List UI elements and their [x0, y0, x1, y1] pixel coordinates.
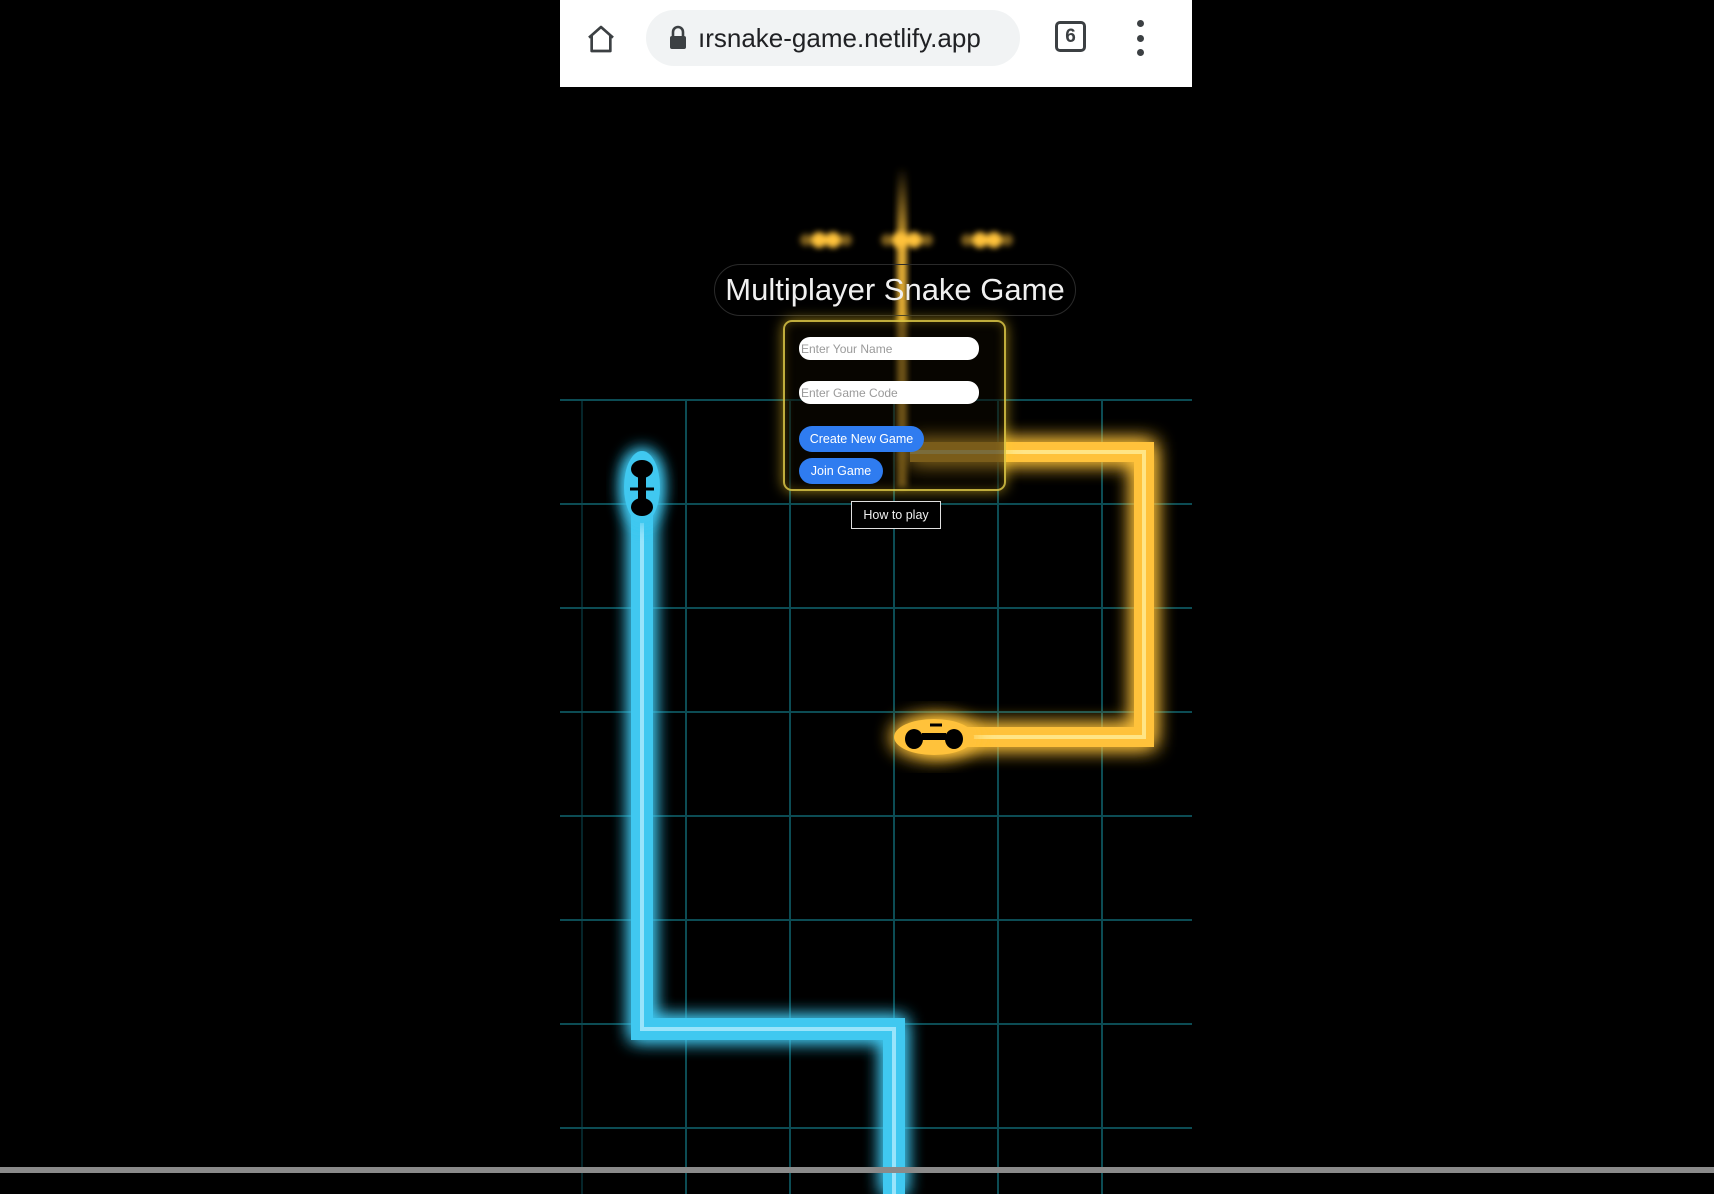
yellow-snake: [910, 442, 1154, 747]
join-game-button[interactable]: Join Game: [799, 458, 883, 484]
video-progress-bar[interactable]: [0, 1167, 1714, 1173]
blue-snake: [631, 462, 905, 1194]
blue-bike-icon: [624, 451, 660, 523]
yellow-bike-icon: [894, 719, 974, 755]
name-input[interactable]: [799, 337, 979, 360]
game-area: Multiplayer Snake Game Create New Game J…: [560, 87, 1192, 1194]
browser-toolbar: ırsnake-game.netlify.app 6: [560, 0, 1192, 87]
game-board: [560, 167, 1192, 1194]
home-icon: [588, 25, 614, 53]
tab-count: 6: [1065, 25, 1076, 47]
home-button[interactable]: [582, 20, 620, 58]
page-title: Multiplayer Snake Game: [714, 264, 1076, 316]
url-bar[interactable]: ırsnake-game.netlify.app: [646, 10, 1020, 66]
more-vert-icon[interactable]: [1130, 20, 1150, 56]
create-new-game-button[interactable]: Create New Game: [799, 426, 924, 452]
game-code-input[interactable]: [799, 381, 979, 404]
url-text: ırsnake-game.netlify.app: [698, 22, 981, 53]
join-panel: Create New Game Join Game: [783, 320, 1006, 491]
lock-icon: [670, 25, 686, 49]
how-to-play-button[interactable]: How to play: [851, 501, 941, 529]
tab-switcher-button[interactable]: 6: [1055, 21, 1086, 52]
phone-screen: ırsnake-game.netlify.app 6 Multiplayer S…: [560, 0, 1192, 1194]
